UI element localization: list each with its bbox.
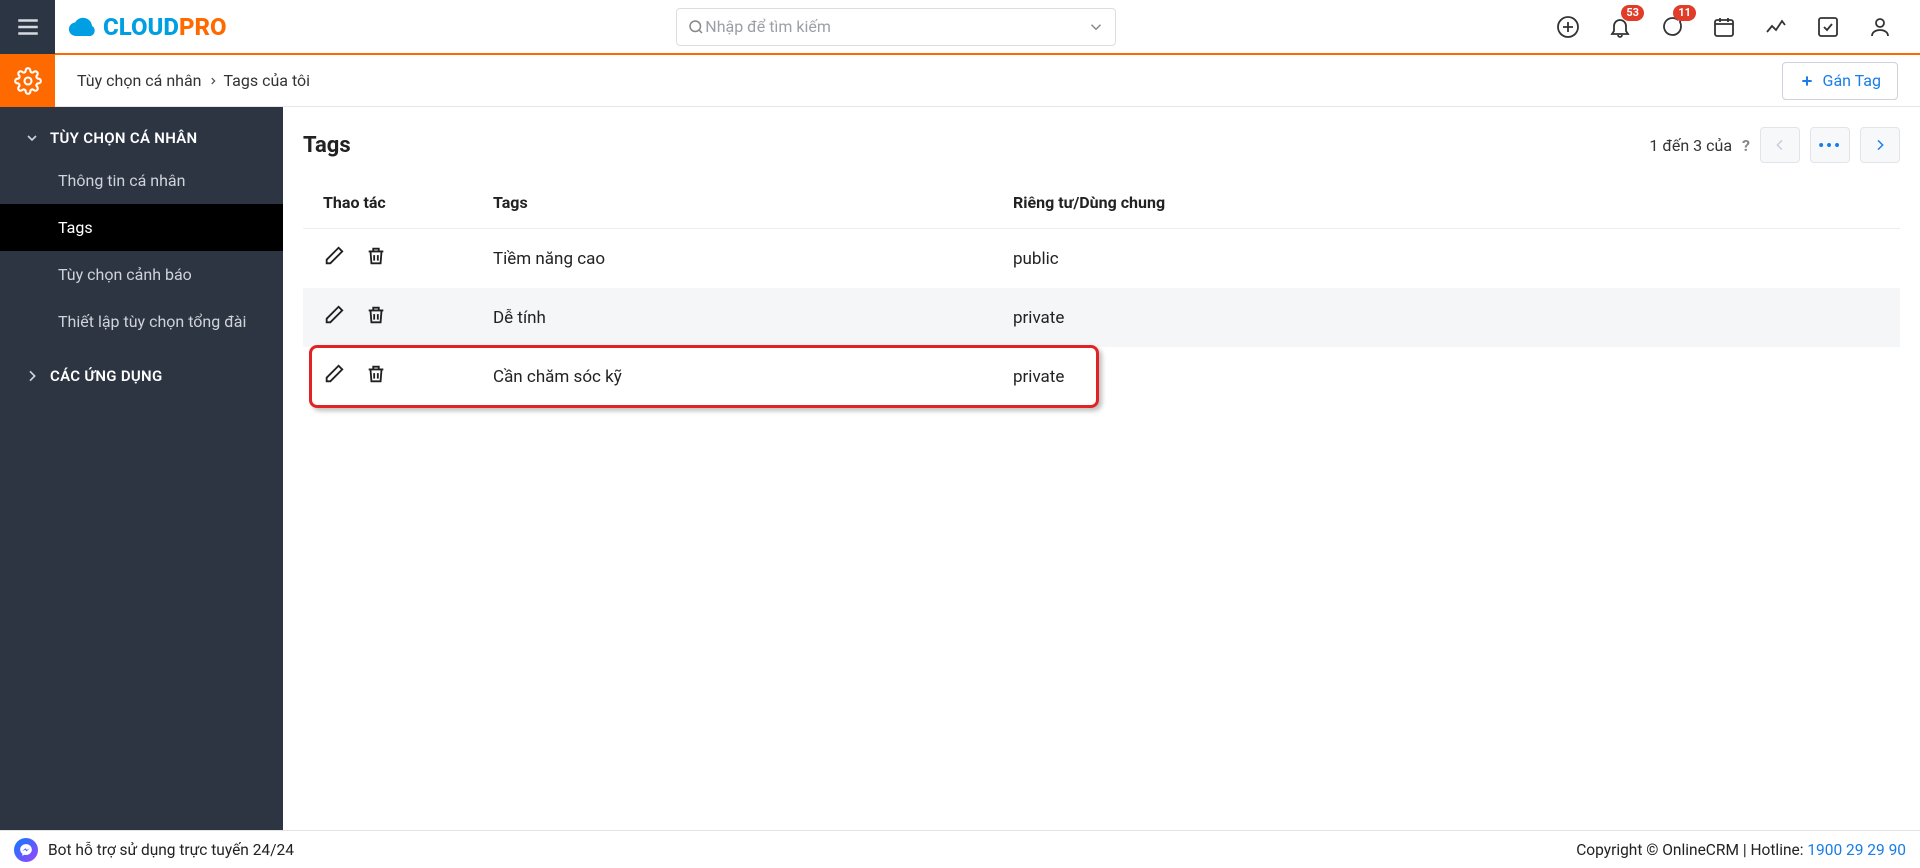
calendar-icon bbox=[1712, 15, 1736, 39]
ellipsis-icon: ••• bbox=[1818, 136, 1842, 155]
user-icon bbox=[1868, 15, 1892, 39]
page-prev-button[interactable] bbox=[1760, 127, 1800, 163]
sidebar-group-apps[interactable]: CÁC ỨNG DỤNG bbox=[0, 345, 283, 395]
chevron-right-icon bbox=[1872, 137, 1888, 153]
search-input[interactable] bbox=[705, 17, 1087, 36]
footer-bot-text: Bot hỗ trợ sử dụng trực tuyến 24/24 bbox=[48, 841, 294, 859]
sidebar-group-label: CÁC ỨNG DỤNG bbox=[50, 367, 163, 385]
assign-tag-label: Gán Tag bbox=[1823, 71, 1881, 90]
col-visibility: Riêng tư/Dùng chung bbox=[993, 177, 1900, 229]
hamburger-icon bbox=[15, 14, 41, 40]
chevron-down-icon[interactable] bbox=[1087, 18, 1105, 36]
messenger-button[interactable] bbox=[14, 838, 38, 862]
sub-header: Tùy chọn cá nhân Tags của tôi Gán Tag bbox=[0, 55, 1920, 107]
chevron-right-icon bbox=[208, 75, 218, 87]
chevron-right-icon bbox=[24, 368, 40, 384]
sidebar-item[interactable]: Thông tin cá nhân bbox=[0, 157, 283, 204]
messages-button[interactable]: 11 bbox=[1660, 15, 1684, 39]
footer-hotline[interactable]: 1900 29 29 90 bbox=[1807, 841, 1906, 859]
notifications-button[interactable]: 53 bbox=[1608, 15, 1632, 39]
add-button[interactable] bbox=[1556, 15, 1580, 39]
page-title: Tags bbox=[303, 133, 351, 158]
trash-icon bbox=[365, 304, 387, 326]
sidebar-item[interactable]: Thiết lập tùy chọn tổng đài bbox=[0, 298, 283, 345]
delete-button[interactable] bbox=[365, 245, 387, 272]
breadcrumb-bar: Tùy chọn cá nhân Tags của tôi Gán Tag bbox=[55, 55, 1920, 107]
chevron-left-icon bbox=[1772, 137, 1788, 153]
page-next-button[interactable] bbox=[1860, 127, 1900, 163]
edit-icon bbox=[323, 245, 345, 267]
plus-icon bbox=[1799, 73, 1815, 89]
calendar-button[interactable] bbox=[1712, 15, 1736, 39]
check-square-icon bbox=[1816, 15, 1840, 39]
footer-copyright: Copyright © OnlineCRM | Hotline: bbox=[1576, 841, 1807, 859]
edit-button[interactable] bbox=[323, 245, 345, 272]
main-content: Tags 1 đến 3 của ? ••• Thao tác Tags bbox=[283, 107, 1920, 830]
trash-icon bbox=[365, 363, 387, 385]
delete-button[interactable] bbox=[365, 363, 387, 390]
messenger-icon bbox=[19, 843, 33, 857]
cloud-logo-icon bbox=[65, 9, 101, 45]
gear-icon bbox=[14, 67, 42, 95]
footer: Bot hỗ trợ sử dụng trực tuyến 24/24 Copy… bbox=[0, 830, 1920, 868]
assign-tag-button[interactable]: Gán Tag bbox=[1782, 62, 1898, 100]
col-tags: Tags bbox=[473, 177, 993, 229]
cell-visibility: private bbox=[993, 288, 1900, 347]
hamburger-menu[interactable] bbox=[0, 0, 55, 54]
sidebar-group-personal[interactable]: TÙY CHỌN CÁ NHÂN bbox=[0, 107, 283, 157]
breadcrumb-parent[interactable]: Tùy chọn cá nhân bbox=[77, 71, 202, 90]
plus-circle-icon bbox=[1556, 15, 1580, 39]
cell-tag: Cần chăm sóc kỹ bbox=[473, 347, 993, 406]
edit-icon bbox=[323, 363, 345, 385]
breadcrumb-current: Tags của tôi bbox=[224, 71, 311, 90]
edit-button[interactable] bbox=[323, 304, 345, 331]
cell-tag: Tiềm năng cao bbox=[473, 229, 993, 289]
col-actions: Thao tác bbox=[303, 177, 473, 229]
cell-tag: Dễ tính bbox=[473, 288, 993, 347]
toolbar-right: 53 11 bbox=[1556, 15, 1920, 39]
edit-button[interactable] bbox=[323, 363, 345, 390]
pagination: 1 đến 3 của ? ••• bbox=[1649, 127, 1900, 163]
profile-button[interactable] bbox=[1868, 15, 1892, 39]
settings-rail[interactable] bbox=[0, 55, 55, 107]
sidebar-item[interactable]: Tags bbox=[0, 204, 283, 251]
sidebar: TÙY CHỌN CÁ NHÂN Thông tin cá nhânTagsTù… bbox=[0, 107, 283, 830]
sidebar-item[interactable]: Tùy chọn cảnh báo bbox=[0, 251, 283, 298]
chevron-down-icon bbox=[24, 130, 40, 146]
logo[interactable]: CLOUDPRO bbox=[55, 0, 237, 54]
page-more-button[interactable]: ••• bbox=[1810, 127, 1850, 163]
trash-icon bbox=[365, 245, 387, 267]
pagination-total: ? bbox=[1742, 136, 1750, 155]
pagination-text: 1 đến 3 của bbox=[1649, 136, 1732, 155]
analytics-button[interactable] bbox=[1764, 15, 1788, 39]
delete-button[interactable] bbox=[365, 304, 387, 331]
tasks-button[interactable] bbox=[1816, 15, 1840, 39]
notifications-badge: 53 bbox=[1621, 5, 1644, 21]
table-row: Dễ tínhprivate bbox=[303, 288, 1900, 347]
messages-badge: 11 bbox=[1673, 5, 1696, 21]
topbar: CLOUDPRO 53 11 bbox=[0, 0, 1920, 55]
sidebar-group-label: TÙY CHỌN CÁ NHÂN bbox=[50, 129, 197, 147]
search-icon bbox=[687, 18, 705, 36]
table-row: Tiềm năng caopublic bbox=[303, 229, 1900, 289]
table-row: Cần chăm sóc kỹprivate bbox=[303, 347, 1900, 406]
tags-table: Thao tác Tags Riêng tư/Dùng chung Tiềm n… bbox=[303, 177, 1900, 406]
cell-visibility: public bbox=[993, 229, 1900, 289]
edit-icon bbox=[323, 304, 345, 326]
cell-visibility: private bbox=[993, 347, 1900, 406]
global-search[interactable] bbox=[676, 8, 1116, 46]
chart-icon bbox=[1764, 15, 1788, 39]
